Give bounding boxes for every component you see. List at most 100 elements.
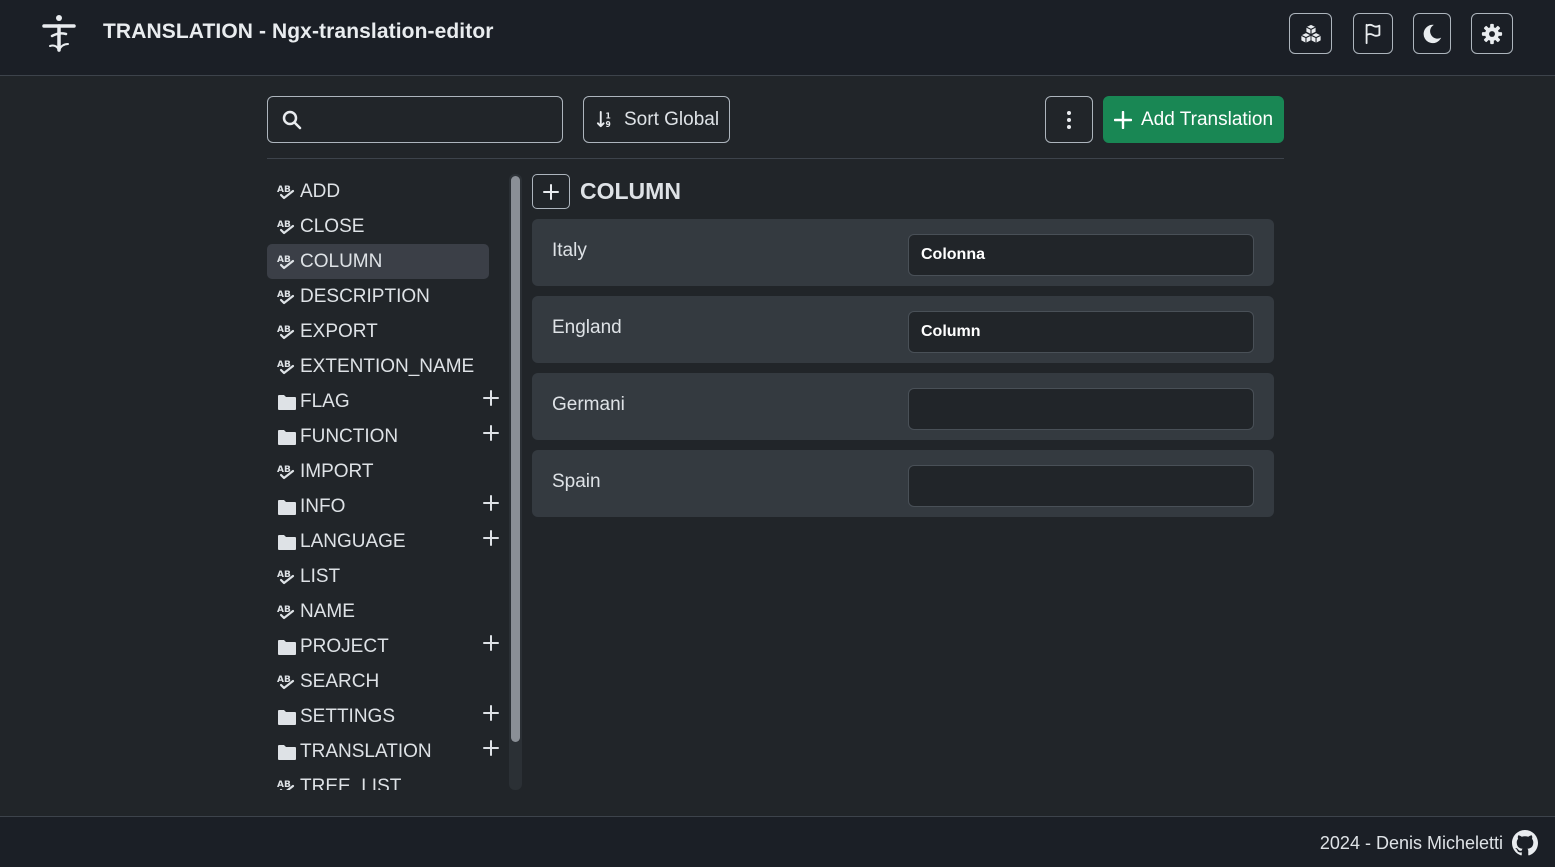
tree-item-translation[interactable]: TRANSLATION [267, 734, 489, 769]
cubes-button[interactable] [1289, 13, 1332, 54]
plus-icon [483, 425, 499, 441]
tree-item-label: LANGUAGE [300, 530, 406, 552]
svg-text:9: 9 [606, 120, 611, 129]
tree-item-info[interactable]: INFO [267, 489, 489, 524]
tree-item-extention-name[interactable]: AB EXTENTION_NAME [267, 349, 489, 384]
tree-item-label: TRANSLATION [300, 740, 432, 762]
app-header: TRANSLATION - Ngx-translation-editor [0, 0, 1555, 76]
more-options-button[interactable] [1045, 96, 1093, 143]
tree-scrollbar-thumb[interactable] [511, 176, 520, 742]
flag-icon [1365, 23, 1381, 44]
kebab-menu-icon [1067, 110, 1071, 129]
translate-key-icon: AB [277, 323, 297, 341]
folder-icon [277, 743, 297, 761]
tree-item-label: FLAG [300, 390, 350, 412]
tree-item-label: FUNCTION [300, 425, 399, 447]
translation-logo-icon[interactable] [40, 14, 78, 54]
search-box[interactable] [267, 96, 563, 143]
sort-global-label: Sort Global [624, 108, 720, 130]
folder-icon [277, 708, 297, 726]
add-child-button[interactable] [481, 738, 501, 758]
tree-item-label: CLOSE [300, 215, 365, 237]
folder-icon [277, 498, 297, 516]
add-key-button[interactable] [532, 174, 570, 209]
translation-input[interactable] [908, 465, 1254, 507]
theme-toggle-button[interactable] [1413, 13, 1451, 54]
search-input[interactable] [312, 105, 552, 135]
tree-item-label: ADD [300, 180, 341, 202]
add-child-button[interactable] [481, 633, 501, 653]
folder-icon [277, 428, 297, 446]
add-child-button[interactable] [481, 423, 501, 443]
tree-item-close[interactable]: AB CLOSE [267, 209, 489, 244]
tree-item-label: INFO [300, 495, 346, 517]
footer-credit: 2024 - Denis Micheletti [1319, 833, 1503, 853]
tree-item-description[interactable]: AB DESCRIPTION [267, 279, 489, 314]
cubes-icon [1300, 24, 1321, 43]
tree-item-label: TREE_LIST [300, 775, 402, 791]
plus-icon [483, 705, 499, 721]
add-translation-button[interactable]: Add Translation [1103, 96, 1284, 143]
plus-icon [483, 740, 499, 756]
language-row: England [532, 296, 1274, 363]
tree-item-search[interactable]: AB SEARCH [267, 664, 489, 699]
plus-icon [483, 635, 499, 651]
tree-item-settings[interactable]: SETTINGS [267, 699, 489, 734]
translate-key-icon: AB [277, 568, 297, 586]
app-footer: 2024 - Denis Micheletti [0, 816, 1555, 867]
language-label: Italy [552, 240, 587, 261]
tree-item-tree-list[interactable]: AB TREE_LIST [267, 769, 489, 790]
tree-item-label: LIST [300, 565, 341, 587]
add-child-button[interactable] [481, 388, 501, 408]
translation-input[interactable] [908, 234, 1254, 276]
moon-icon [1423, 24, 1442, 43]
flag-button[interactable] [1353, 13, 1393, 54]
folder-icon [277, 393, 297, 411]
translation-key-tree: AB ADD AB CLOSE AB COLUMN AB DESCRIPTION AB EXPOR… [267, 174, 507, 790]
tree-item-list[interactable]: AB LIST [267, 559, 489, 594]
tree-item-name[interactable]: AB NAME [267, 594, 489, 629]
sort-global-button[interactable]: 1 9 Sort Global [583, 96, 730, 143]
tree-item-project[interactable]: PROJECT [267, 629, 489, 664]
tree-item-label: IMPORT [300, 460, 374, 482]
language-row: Italy [532, 219, 1274, 286]
tree-item-function[interactable]: FUNCTION [267, 419, 489, 454]
search-icon [282, 110, 302, 130]
tree-item-add[interactable]: AB ADD [267, 174, 489, 209]
tree-item-language[interactable]: LANGUAGE [267, 524, 489, 559]
plus-icon [1114, 110, 1132, 129]
tree-item-label: EXPORT [300, 320, 378, 342]
plus-icon [483, 530, 499, 546]
translate-key-icon: AB [277, 603, 297, 621]
tree-item-label: EXTENTION_NAME [300, 355, 475, 377]
selected-key-title: COLUMN [580, 178, 681, 204]
settings-button[interactable] [1471, 13, 1513, 54]
translate-key-icon: AB [277, 778, 297, 790]
folder-icon [277, 638, 297, 656]
plus-icon [543, 183, 559, 200]
tree-item-label: SEARCH [300, 670, 380, 692]
translate-key-icon: AB [277, 218, 297, 236]
tree-item-column[interactable]: AB COLUMN [267, 244, 489, 279]
translate-key-icon: AB [277, 463, 297, 481]
plus-icon [483, 390, 499, 406]
app-title: TRANSLATION - Ngx-translation-editor [103, 20, 494, 43]
add-child-button[interactable] [481, 528, 501, 548]
translation-input[interactable] [908, 311, 1254, 353]
language-label: England [552, 317, 622, 338]
plus-icon [483, 495, 499, 511]
translate-key-icon: AB [277, 673, 297, 691]
folder-icon [277, 533, 297, 551]
toolbar-divider [267, 158, 1284, 159]
tree-item-import[interactable]: AB IMPORT [267, 454, 489, 489]
tree-item-flag[interactable]: FLAG [267, 384, 489, 419]
tree-item-export[interactable]: AB EXPORT [267, 314, 489, 349]
translation-input[interactable] [908, 388, 1254, 430]
translate-key-icon: AB [277, 183, 297, 201]
language-row: Germani [532, 373, 1274, 440]
add-child-button[interactable] [481, 703, 501, 723]
github-icon[interactable] [1512, 830, 1538, 856]
tree-item-label: PROJECT [300, 635, 389, 657]
translate-key-icon: AB [277, 288, 297, 306]
add-child-button[interactable] [481, 493, 501, 513]
